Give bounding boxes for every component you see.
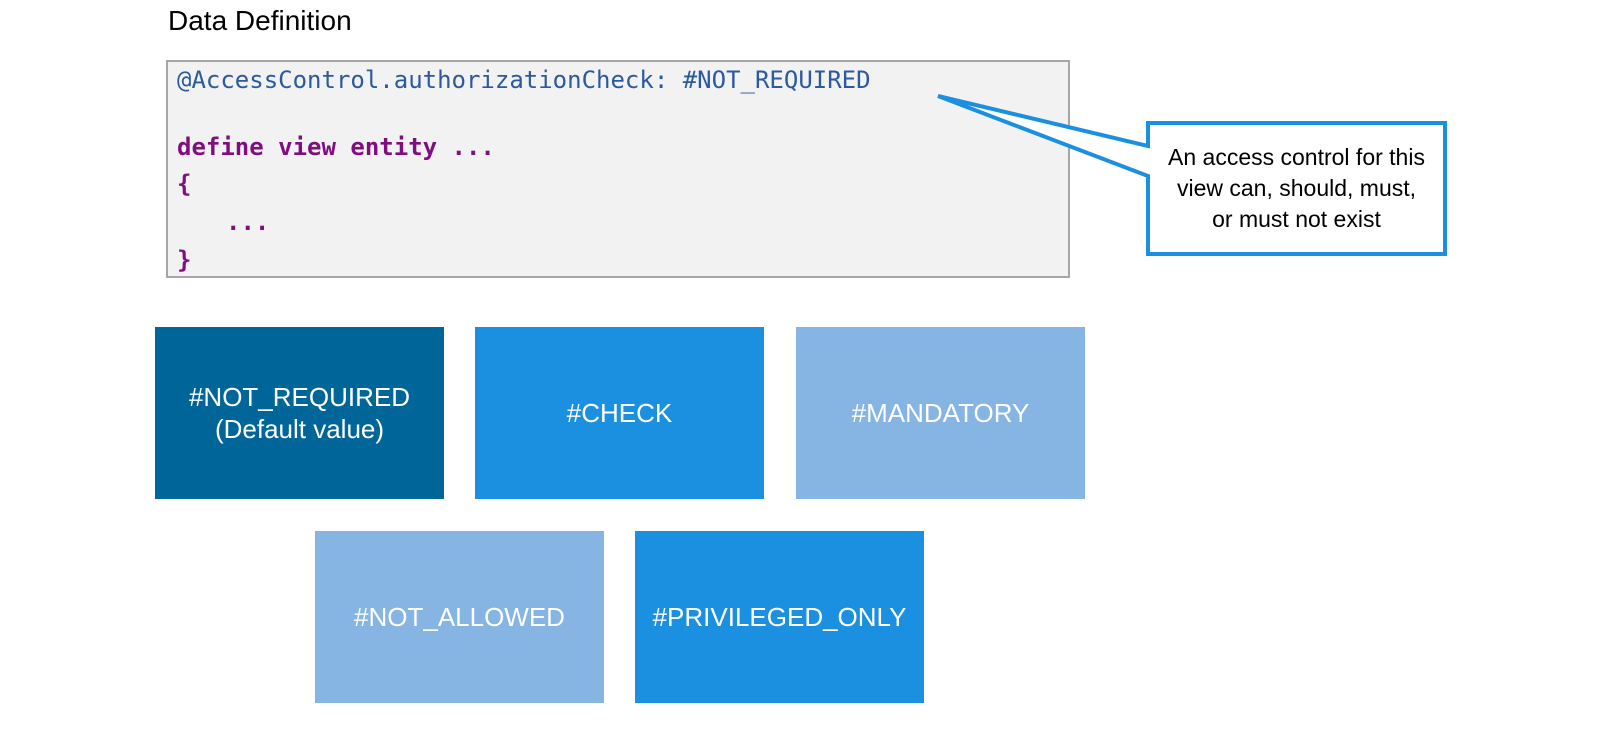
callout-text: An access control for this view can, sho… xyxy=(1168,144,1425,232)
tile-not-allowed: #NOT_ALLOWED xyxy=(315,531,604,703)
code-define-line: define view entity ... xyxy=(177,133,495,161)
code-close-brace: } xyxy=(177,246,192,274)
tile-privileged-only: #PRIVILEGED_ONLY xyxy=(635,531,924,703)
tile-label: #MANDATORY xyxy=(851,398,1030,428)
callout-box: An access control for this view can, sho… xyxy=(1150,125,1443,252)
code-annotation-line: @AccessControl.authorizationCheck: #NOT_… xyxy=(177,66,871,94)
tile-sublabel: (Default value) xyxy=(214,414,385,444)
tile-label: #CHECK xyxy=(566,398,673,428)
tile-check: #CHECK xyxy=(475,327,764,499)
tile-label: #NOT_ALLOWED xyxy=(354,602,565,632)
code-box: @AccessControl.authorizationCheck: #NOT_… xyxy=(166,60,1070,278)
page-title: Data Definition xyxy=(168,5,352,36)
tile-label: #NOT_REQUIRED xyxy=(188,382,411,412)
tile-not-required: #NOT_REQUIRED (Default value) xyxy=(155,327,444,499)
code-open-brace: { xyxy=(177,170,192,198)
tile-label: #PRIVILEGED_ONLY xyxy=(652,602,907,632)
tile-mandatory: #MANDATORY xyxy=(796,327,1085,499)
code-ellipsis: ... xyxy=(226,208,270,236)
